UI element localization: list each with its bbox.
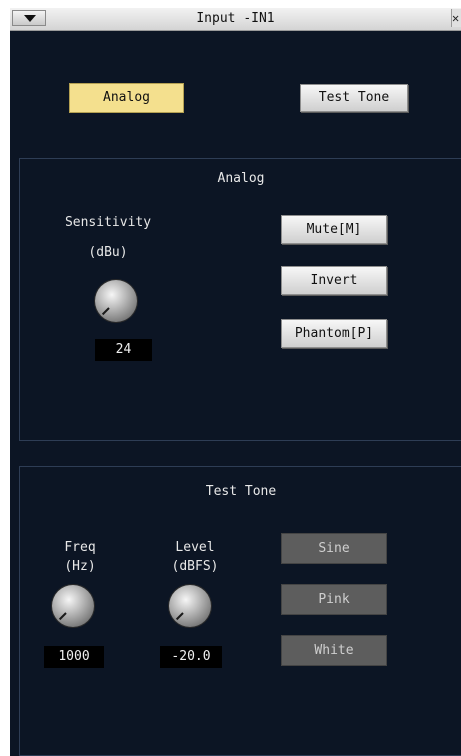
sine-button[interactable]: Sine bbox=[281, 533, 387, 564]
phantom-button[interactable]: Phantom[P] bbox=[281, 319, 387, 348]
freq-knob[interactable] bbox=[52, 585, 94, 627]
level-label: Level bbox=[175, 540, 215, 555]
freq-unit: (Hz) bbox=[64, 559, 96, 574]
sensitivity-label: Sensitivity bbox=[64, 215, 152, 230]
test-tone-panel: Test Tone Freq (Hz) 1000 Level (dBFS) -2… bbox=[19, 466, 461, 756]
freq-value[interactable]: 1000 bbox=[44, 646, 104, 668]
mute-button[interactable]: Mute[M] bbox=[281, 215, 387, 244]
sensitivity-unit: (dBu) bbox=[88, 245, 128, 260]
analog-panel-title: Analog bbox=[217, 171, 265, 186]
close-icon[interactable]: ✕ bbox=[451, 9, 461, 27]
analog-panel: Analog Sensitivity (dBu) 24 Mute[M] Inve… bbox=[19, 158, 461, 441]
tab-test-tone[interactable]: Test Tone bbox=[300, 84, 408, 112]
level-unit: (dBFS) bbox=[171, 559, 219, 574]
white-button[interactable]: White bbox=[281, 635, 387, 666]
input-window: Input -IN1 ✕ Analog Test Tone Analog Sen… bbox=[10, 8, 461, 756]
sensitivity-value[interactable]: 24 bbox=[95, 339, 152, 361]
level-value[interactable]: -20.0 bbox=[160, 646, 222, 668]
level-knob[interactable] bbox=[169, 585, 211, 627]
title-bar[interactable]: Input -IN1 ✕ bbox=[10, 8, 461, 31]
pink-button[interactable]: Pink bbox=[281, 584, 387, 615]
window-title: Input -IN1 bbox=[196, 11, 275, 26]
invert-button[interactable]: Invert bbox=[281, 266, 387, 295]
test-tone-panel-title: Test Tone bbox=[205, 484, 277, 499]
freq-label: Freq bbox=[64, 540, 96, 555]
tab-analog[interactable]: Analog bbox=[69, 83, 184, 113]
sensitivity-knob[interactable] bbox=[95, 280, 137, 322]
